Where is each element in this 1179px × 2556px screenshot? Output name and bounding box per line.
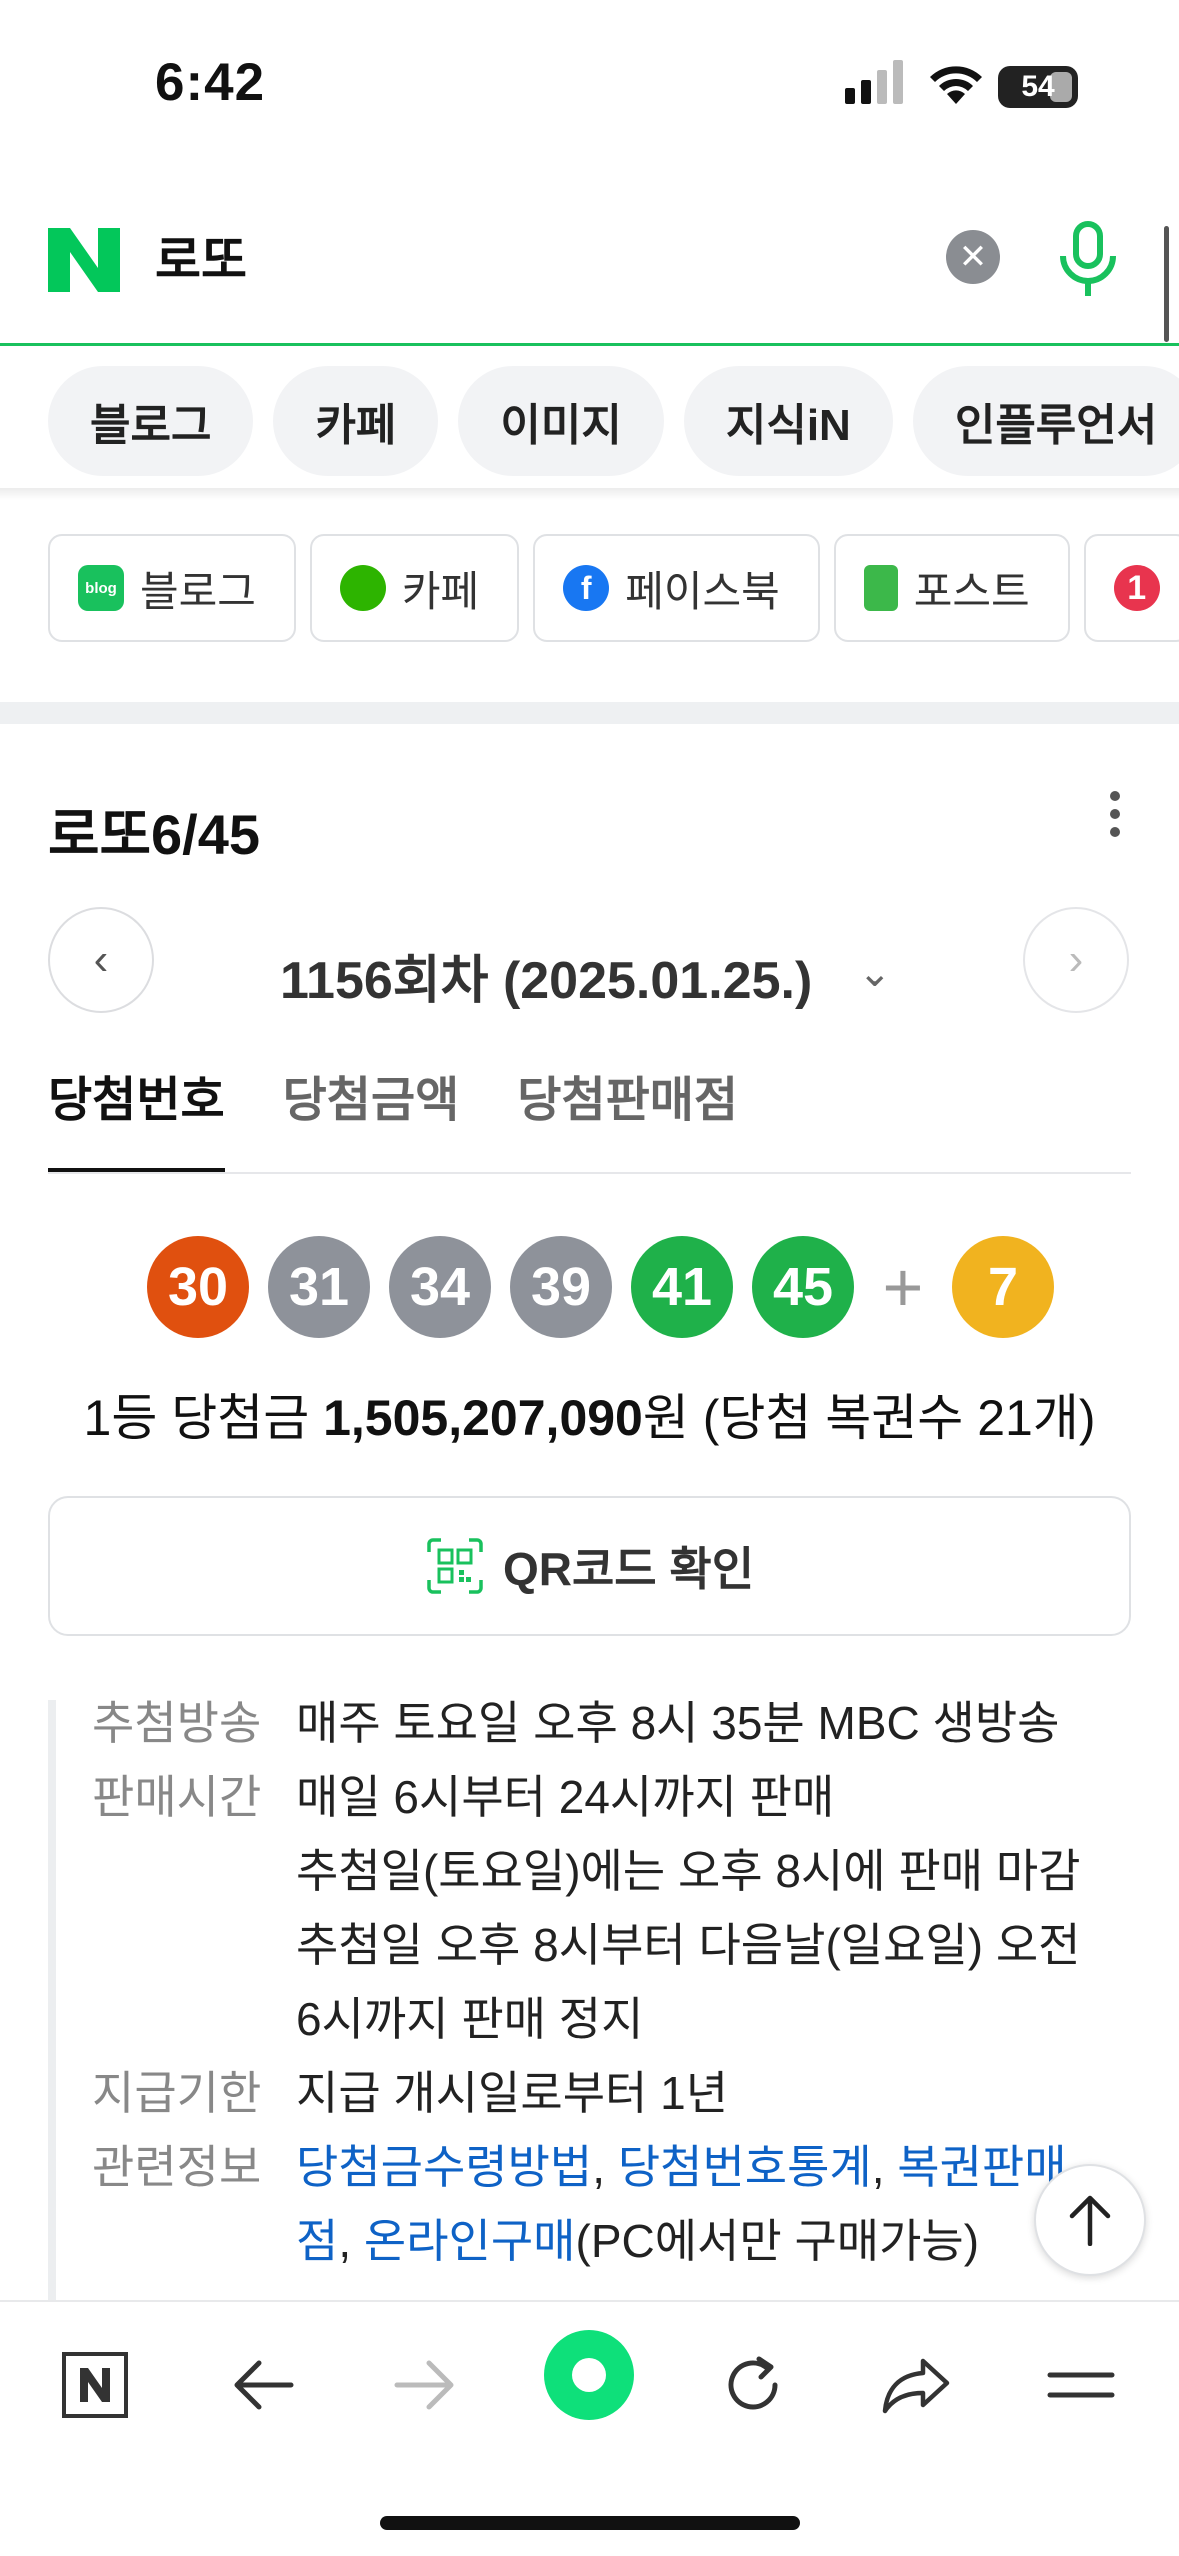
- clear-search-button[interactable]: ✕: [946, 230, 1000, 284]
- arrow-left-icon: [234, 2360, 294, 2410]
- post-icon: [863, 565, 898, 611]
- chip-kin[interactable]: 지식iN: [683, 366, 893, 476]
- green-dot-button[interactable]: [544, 2330, 634, 2420]
- qr-check-button[interactable]: QR코드 확인: [48, 1496, 1131, 1636]
- more-options-icon[interactable]: [1100, 790, 1130, 838]
- result-tabs: 당첨번호 당첨금액 당첨판매점: [48, 1060, 738, 1172]
- store-link[interactable]: 복권판매: [897, 2141, 1066, 2193]
- winning-numbers: 30 31 34 39 41 45 + 7: [147, 1236, 1054, 1338]
- number-stats-link[interactable]: 당첨번호통계: [618, 2141, 872, 2193]
- first-prize-text: 1등 당첨금 1,505,207,090원 (당첨 복권수 21개): [83, 1390, 1096, 1446]
- source-label: 카페: [401, 567, 480, 615]
- tabs-underline: [48, 1172, 1131, 1174]
- category-chips: 블로그 카페 이미지 지식iN 인플루언서: [48, 366, 1179, 476]
- info-key: 판매시간: [92, 1771, 262, 1823]
- chevron-left-icon: ‹: [93, 935, 109, 984]
- section-divider: [0, 702, 1179, 724]
- info-key: 지급기한: [92, 2067, 262, 2119]
- naver-logo-icon[interactable]: [48, 228, 120, 292]
- chips-shadow: [0, 488, 1179, 500]
- source-label: 페이스북: [625, 567, 780, 615]
- payment-deadline-value: 지급 개시일로부터 1년: [296, 2067, 729, 2119]
- number-ball: 41: [631, 1236, 733, 1338]
- source-chips: blog 블로그 카페 f 페이스북 포스트 1: [48, 534, 1179, 642]
- online-purchase-link[interactable]: 온라인구매: [364, 2215, 576, 2267]
- source-blog[interactable]: blog 블로그: [48, 534, 296, 642]
- qr-label: QR코드 확인: [502, 1543, 755, 1595]
- menu-button[interactable]: [1036, 2340, 1126, 2430]
- prize-claim-link[interactable]: 당첨금수령방법: [296, 2141, 592, 2193]
- green-dot-icon: [572, 2358, 606, 2392]
- share-button[interactable]: [872, 2340, 962, 2430]
- back-button[interactable]: [218, 2340, 308, 2430]
- naver-home-button[interactable]: [50, 2340, 140, 2430]
- related-info-value: 당첨금수령방법, 당첨번호통계, 복권판매 점, 온라인구매(PC에서만 구매가…: [296, 2141, 1067, 2267]
- share-arrow-icon: [882, 2358, 950, 2414]
- arrow-up-icon: [1069, 2195, 1111, 2246]
- chip-cafe[interactable]: 카페: [273, 366, 439, 476]
- next-round-button[interactable]: ›: [1023, 907, 1129, 1013]
- chip-influencer[interactable]: 인플루언서: [912, 366, 1179, 476]
- source-post[interactable]: 포스트: [833, 534, 1070, 642]
- source-partial[interactable]: 1: [1083, 534, 1179, 642]
- arrow-right-icon: [394, 2360, 454, 2410]
- naver-home-icon: [62, 2352, 128, 2418]
- number-ball: 30: [147, 1236, 249, 1338]
- battery-icon: 54: [998, 66, 1078, 108]
- info-accent-bar: [48, 1700, 56, 2320]
- forward-button[interactable]: [380, 2340, 470, 2430]
- number-ball: 31: [268, 1236, 370, 1338]
- partial-icon: 1: [1113, 565, 1160, 611]
- scroll-indicator: [1164, 226, 1169, 342]
- reload-button[interactable]: [708, 2340, 798, 2430]
- qr-code-icon: [427, 1538, 483, 1594]
- chevron-right-icon: ›: [1068, 935, 1084, 984]
- plus-icon: +: [882, 1248, 924, 1326]
- lotto-info: 추첨방송 매주 토요일 오후 8시 35분 MBC 생방송 판매시간 매일 6시부…: [92, 1686, 1112, 2278]
- store-link-cont[interactable]: 점: [296, 2215, 338, 2267]
- wifi-icon: [930, 66, 982, 104]
- microphone-icon[interactable]: [1055, 220, 1121, 300]
- source-label: 블로그: [140, 567, 256, 615]
- cellular-signal-icon: [845, 60, 903, 104]
- source-label: 포스트: [913, 567, 1030, 615]
- sale-time-value: 매일 6시부터 24시까지 판매 추첨일(토요일)에는 오후 8시에 판매 마감 추…: [296, 1771, 1081, 2045]
- scroll-to-top-button[interactable]: [1034, 2164, 1146, 2276]
- tab-winning-numbers[interactable]: 당첨번호: [48, 1060, 225, 1172]
- chevron-down-icon[interactable]: ⌄: [858, 950, 892, 996]
- number-ball: 34: [389, 1236, 491, 1338]
- blog-icon: blog: [78, 565, 124, 611]
- source-cafe[interactable]: 카페: [309, 534, 520, 642]
- info-key: 추첨방송: [92, 1697, 262, 1749]
- source-facebook[interactable]: f 페이스북: [533, 534, 820, 642]
- number-ball: 45: [752, 1236, 854, 1338]
- bonus-ball: 7: [952, 1236, 1054, 1338]
- facebook-icon: f: [563, 565, 610, 611]
- cafe-icon: [339, 565, 386, 611]
- previous-round-button[interactable]: ‹: [48, 907, 154, 1013]
- number-ball: 39: [510, 1236, 612, 1338]
- status-time: 6:42: [155, 53, 266, 112]
- chip-image[interactable]: 이미지: [458, 366, 664, 476]
- round-selector[interactable]: 1156회차 (2025.01.25.): [280, 938, 812, 1013]
- menu-icon: [1047, 2372, 1115, 2398]
- info-key: 관련정보: [92, 2141, 262, 2193]
- search-input[interactable]: 로또: [155, 228, 247, 292]
- card-title: 로또6/45: [48, 803, 261, 866]
- tab-winning-stores[interactable]: 당첨판매점: [517, 1060, 738, 1172]
- tab-prize-amount[interactable]: 당첨금액: [283, 1060, 460, 1172]
- reload-icon: [728, 2356, 778, 2410]
- home-indicator: [380, 2516, 800, 2530]
- draw-broadcast-link[interactable]: 매주 토요일 오후 8시 35분 MBC 생방송: [296, 1686, 1060, 1760]
- chip-blog[interactable]: 블로그: [48, 366, 254, 476]
